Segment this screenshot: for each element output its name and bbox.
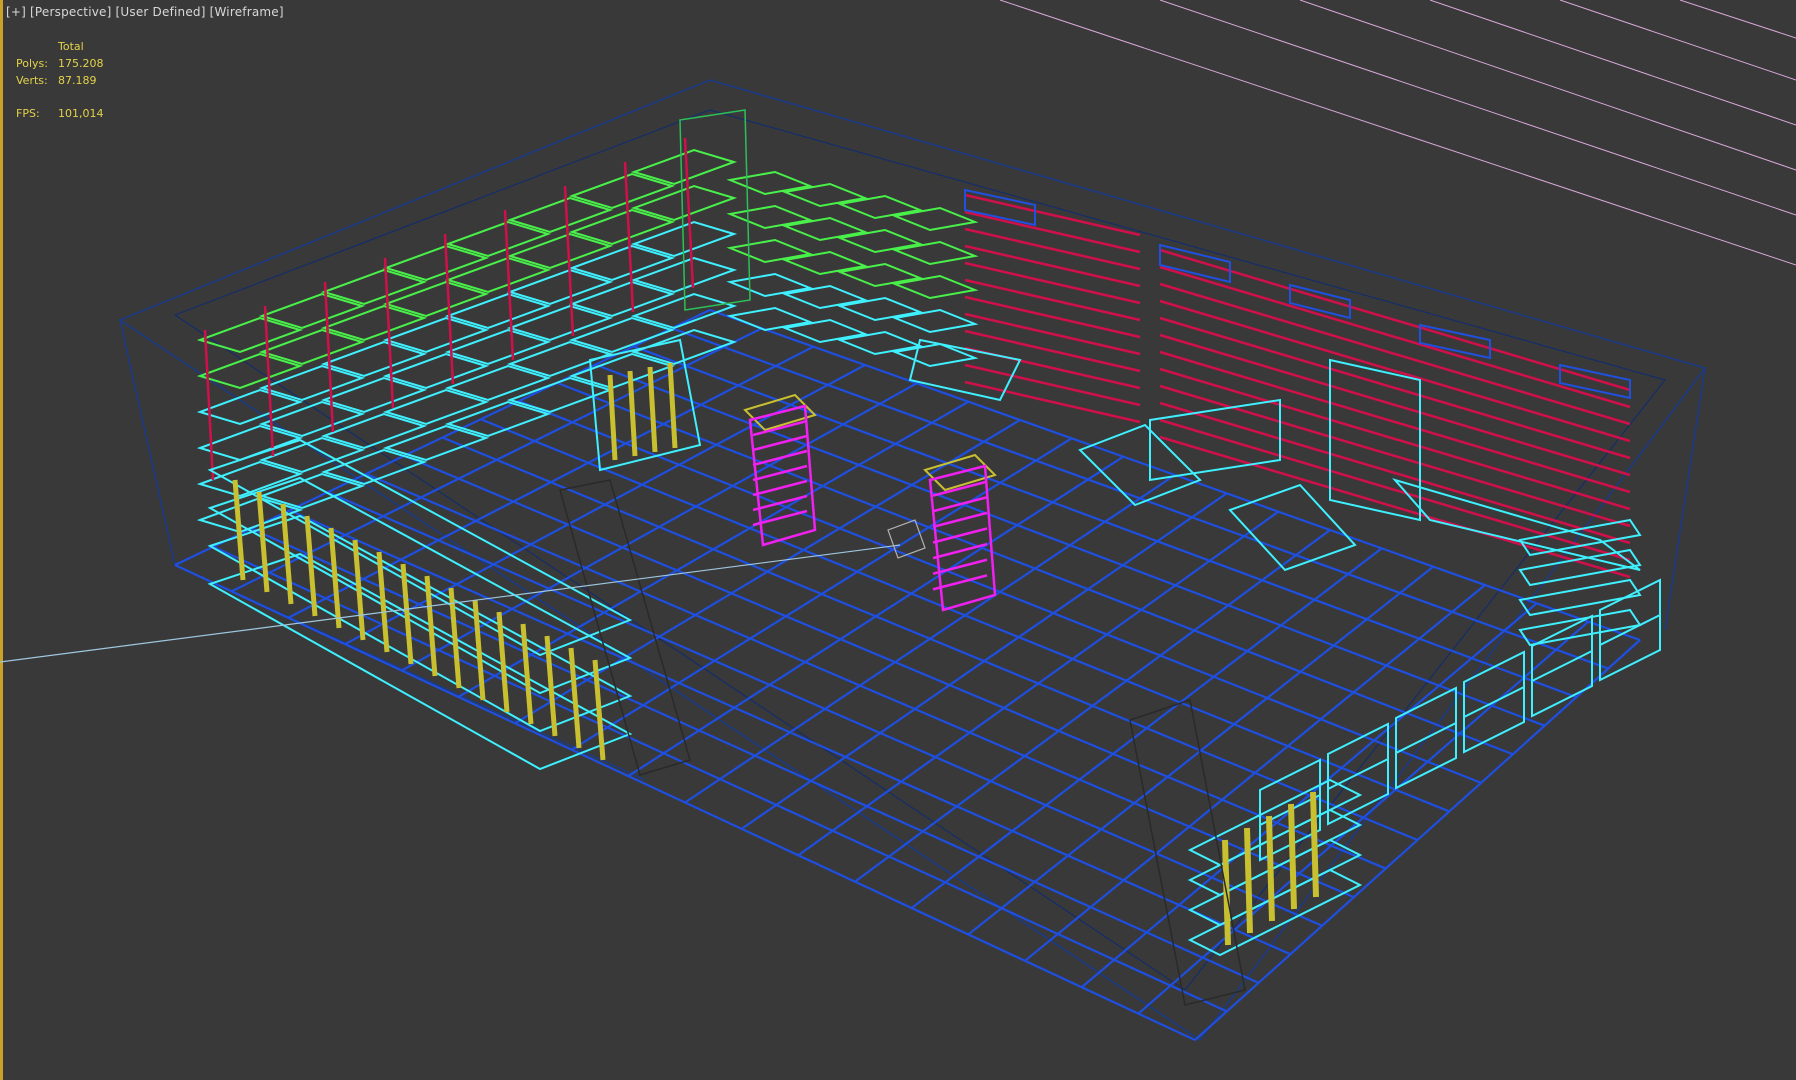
- cube-shelf-divider: [1531, 650, 1593, 682]
- viewport-label-menu[interactable]: [+] [Perspective] [User Defined] [Wireframe…: [6, 5, 288, 19]
- front-rack-post: [568, 647, 582, 749]
- red-shelf-line: [1159, 316, 1631, 460]
- red-shelf-line: [964, 210, 1141, 254]
- viewport-shading-menu[interactable]: [Wireframe]: [210, 5, 284, 19]
- wall-sign: [1559, 363, 1631, 400]
- room-edge: [119, 319, 176, 566]
- camera-target: [887, 519, 926, 559]
- small-display-post: [627, 370, 638, 457]
- fps-label: FPS:: [16, 107, 40, 120]
- rack-shelf: [752, 449, 808, 467]
- camera-gizmo[interactable]: [0, 519, 926, 663]
- back-counter: [908, 338, 1022, 402]
- red-shelf-line: [964, 329, 1141, 373]
- red-shelf-line: [1159, 401, 1631, 545]
- red-shelf-line: [1159, 435, 1631, 579]
- wall-post: [383, 257, 395, 409]
- red-shelf-line: [964, 380, 1141, 424]
- red-shelf-line: [964, 278, 1141, 322]
- polys-label: Polys:: [16, 57, 48, 70]
- wireframe-scene[interactable]: [0, 0, 1796, 1080]
- wall-post: [323, 281, 335, 433]
- front-right-post: [1288, 803, 1297, 910]
- verts-label: Verts:: [16, 74, 48, 87]
- red-shelf-line: [964, 227, 1141, 271]
- light-line: [1159, 0, 1796, 216]
- front-rack-post: [328, 527, 342, 629]
- grid-line: [1194, 639, 1641, 1041]
- front-right-post: [1310, 791, 1319, 898]
- red-shelf-line: [964, 295, 1141, 339]
- red-shelf-line: [1159, 282, 1631, 426]
- wall-sign: [1289, 283, 1351, 320]
- light-line: [1559, 0, 1796, 81]
- small-display-post: [667, 362, 678, 449]
- red-shelf-line: [964, 261, 1141, 305]
- rack-shelf: [932, 480, 988, 497]
- stats-polys-row: Polys: 175.208: [16, 55, 104, 72]
- viewport-lighting-menu[interactable]: [User Defined]: [116, 5, 206, 19]
- small-display-post: [647, 366, 658, 453]
- light-line: [1299, 0, 1796, 171]
- cube-shelf-divider: [1395, 722, 1457, 754]
- viewport-statistics: Total Polys: 175.208 Verts: 87.189 FPS: …: [16, 38, 104, 122]
- wall-post: [263, 305, 275, 457]
- grid-line: [1137, 620, 1590, 1015]
- rack-shelf: [752, 479, 808, 497]
- wall-post: [203, 329, 215, 481]
- viewport-general-menu[interactable]: [+]: [6, 5, 26, 19]
- front-right-shelving[interactable]: [1187, 518, 1661, 957]
- polys-value: 175.208: [58, 57, 104, 70]
- fps-value: 101,014: [58, 107, 104, 120]
- red-shelf-line: [1159, 265, 1631, 409]
- front-right-post: [1266, 815, 1275, 922]
- light-line: [1429, 0, 1796, 126]
- room-edge: [1664, 367, 1706, 631]
- stats-verts-row: Verts: 87.189: [16, 72, 104, 89]
- cube-shelf-divider: [1463, 686, 1525, 718]
- red-shelf-line: [1159, 333, 1631, 477]
- stats-header: Total: [58, 40, 84, 53]
- stats-fps-row: FPS: 101,014: [16, 105, 104, 122]
- red-shelf-line: [1159, 418, 1631, 562]
- counter-table: [1078, 423, 1202, 507]
- right-wall-shelf: [1518, 578, 1642, 617]
- front-right-shelf: [1187, 868, 1363, 957]
- red-shelf-line: [964, 312, 1141, 356]
- back-wall-shelves[interactable]: [196, 137, 979, 534]
- verts-value: 87.189: [58, 74, 97, 87]
- red-shelf-line: [1159, 367, 1631, 511]
- light-line: [1679, 0, 1796, 39]
- front-left-rack[interactable]: [207, 338, 702, 771]
- front-right-post: [1244, 827, 1253, 934]
- 3d-viewport[interactable]: [+] [Perspective] [User Defined] [Wireframe…: [0, 0, 1796, 1080]
- red-shelf-line: [964, 244, 1141, 288]
- viewport-view-menu[interactable]: [Perspective]: [30, 5, 111, 19]
- structural-columns[interactable]: [559, 109, 1246, 1006]
